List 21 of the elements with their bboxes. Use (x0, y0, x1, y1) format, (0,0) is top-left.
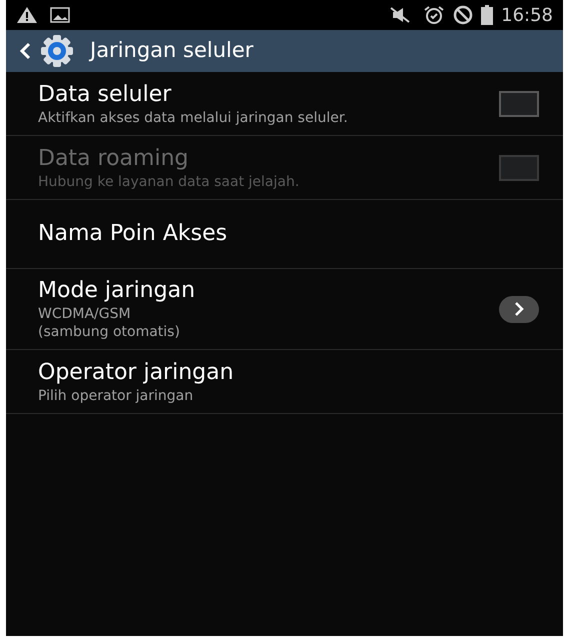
clock-time: 16:58 (501, 4, 553, 28)
block-icon (453, 5, 474, 25)
checkbox[interactable] (499, 90, 539, 116)
setting-title: Nama Poin Akses (38, 220, 228, 248)
setting-summary: WCDMA/GSM (sambung otomatis) (38, 305, 181, 341)
alarm-icon (423, 5, 446, 25)
setting-title: Data seluler (38, 80, 172, 108)
setting-summary: Aktifkan akses data melalui jaringan seluler. (38, 108, 348, 126)
screen-title: Jaringan seluler (90, 37, 254, 64)
image-icon (50, 7, 70, 23)
chevron-right-button[interactable] (499, 296, 539, 322)
gear-icon (40, 34, 74, 68)
setting-title: Data roaming (38, 144, 190, 172)
setting-summary: Hubung ke layanan data saat jelajah. (38, 172, 300, 190)
warning-icon (16, 6, 38, 24)
setting-title: Mode jaringan (38, 277, 196, 305)
setting-title: Operator jaringan (38, 358, 234, 386)
battery-icon (481, 5, 494, 25)
back-icon[interactable] (18, 41, 32, 61)
chevron-right-icon (512, 301, 526, 317)
setting-summary: Pilih operator jaringan (38, 386, 194, 404)
